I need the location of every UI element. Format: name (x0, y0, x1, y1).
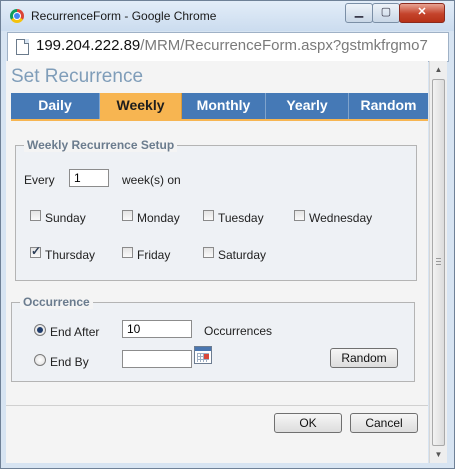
cancel-button[interactable]: Cancel (350, 413, 418, 433)
page-content: Set Recurrence Daily Weekly Monthly Year… (6, 61, 428, 463)
calendar-header (195, 347, 211, 351)
grip-line (436, 261, 441, 262)
divider (6, 405, 428, 406)
saturday-checkbox[interactable] (203, 247, 214, 258)
grip-line (436, 258, 441, 259)
sunday-checkbox[interactable] (30, 210, 41, 221)
end-after-label: End After (50, 325, 100, 339)
saturday-label: Saturday (218, 248, 267, 262)
occurrence-legend: Occurrence (20, 295, 93, 309)
thursday-label: Thursday (45, 248, 96, 262)
chrome-logo-icon (10, 9, 24, 23)
scroll-thumb[interactable] (432, 79, 445, 446)
close-window-button[interactable]: ✕ (399, 3, 445, 23)
title-bar[interactable]: RecurrenceForm - Google Chrome ▁ ▢ ✕ (1, 1, 454, 31)
window-title: RecurrenceForm - Google Chrome (31, 9, 217, 23)
url-text[interactable]: 199.204.222.89/MRM/RecurrenceForm.aspx?g… (36, 37, 444, 54)
calendar-icon[interactable] (194, 346, 212, 364)
every-label: Every (24, 173, 55, 187)
tab-daily[interactable]: Daily (11, 93, 100, 119)
vertical-scrollbar[interactable]: ▲ ▼ (429, 61, 447, 463)
weeks-on-label: week(s) on (122, 173, 181, 187)
tuesday-label: Tuesday (218, 211, 264, 225)
thursday-checkbox[interactable]: ✓ (30, 244, 42, 258)
wednesday-label: Wednesday (309, 211, 373, 225)
end-by-radio[interactable] (34, 354, 46, 366)
end-by-label: End By (50, 355, 89, 369)
friday-label: Friday (137, 248, 171, 262)
sunday-label: Sunday (45, 211, 86, 225)
occurrences-label: Occurrences (204, 324, 273, 338)
weekly-recurrence-legend: Weekly Recurrence Setup (24, 138, 178, 152)
ok-button[interactable]: OK (274, 413, 342, 433)
every-weeks-input[interactable] (69, 169, 109, 187)
tab-yearly[interactable]: Yearly (266, 93, 349, 119)
maximize-button[interactable]: ▢ (372, 3, 400, 23)
radio-selected-dot (37, 327, 43, 333)
tab-random[interactable]: Random (349, 93, 428, 119)
tab-monthly[interactable]: Monthly (182, 93, 266, 119)
page-title: Set Recurrence (11, 66, 144, 87)
calendar-marker (204, 354, 209, 359)
friday-checkbox[interactable] (122, 247, 133, 258)
monday-checkbox[interactable] (122, 210, 133, 221)
end-after-radio[interactable] (34, 324, 46, 336)
occurrence-fieldset: Occurrence End After Occurrences End By … (11, 295, 415, 382)
end-after-input[interactable] (122, 320, 192, 338)
weekly-recurrence-fieldset: Weekly Recurrence Setup Every week(s) on… (15, 138, 417, 281)
recurrence-tabs: Daily Weekly Monthly Yearly Random (11, 93, 428, 121)
minimize-button[interactable]: ▁ (345, 3, 373, 23)
wednesday-checkbox[interactable] (294, 210, 305, 221)
page-icon (16, 39, 29, 55)
address-bar[interactable]: 199.204.222.89/MRM/RecurrenceForm.aspx?g… (7, 32, 449, 62)
url-path: /MRM/RecurrenceForm.aspx?gstmkfrgmo7 (140, 37, 428, 54)
tuesday-checkbox[interactable] (203, 210, 214, 221)
scroll-down-arrow-icon[interactable]: ▼ (430, 446, 447, 463)
checkmark-icon: ✓ (31, 244, 42, 258)
end-by-date-input[interactable] (122, 350, 192, 368)
url-host: 199.204.222.89 (36, 37, 141, 54)
monday-label: Monday (137, 211, 180, 225)
random-button[interactable]: Random (330, 348, 398, 368)
grip-line (436, 264, 441, 265)
tab-weekly[interactable]: Weekly (100, 93, 182, 119)
scroll-up-arrow-icon[interactable]: ▲ (430, 61, 447, 78)
